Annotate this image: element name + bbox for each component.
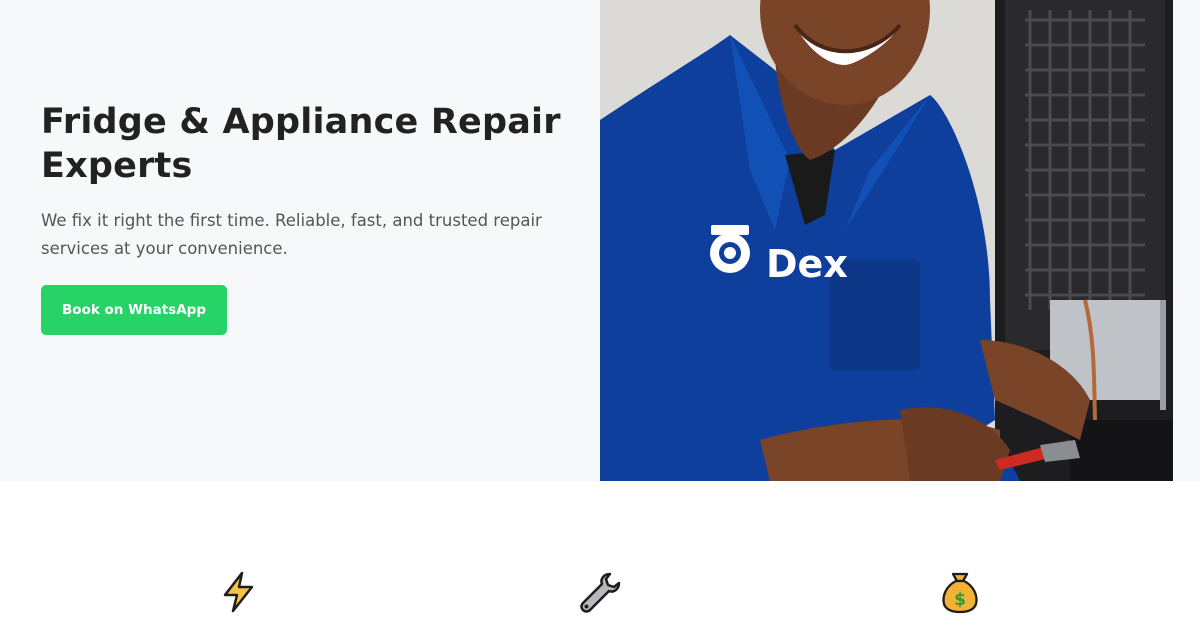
hero-edge-strip: [1173, 0, 1200, 481]
hero-subtitle: We fix it right the first time. Reliable…: [41, 211, 542, 258]
lightning-icon: [217, 570, 261, 614]
hero-text: Fridge & Appliance Repair Experts We fix…: [41, 100, 591, 263]
features-section: $: [0, 481, 1200, 630]
technician-photo: Dex: [600, 0, 1173, 481]
book-whatsapp-button[interactable]: Book on WhatsApp: [41, 285, 227, 335]
svg-text:$: $: [954, 590, 966, 610]
money-bag-icon: $: [938, 570, 982, 614]
wrench-icon: [577, 570, 621, 614]
hero-title: Fridge & Appliance Repair Experts: [41, 102, 561, 186]
uniform-logo-text: Dex: [766, 242, 848, 286]
technician-illustration: Dex: [600, 0, 1173, 481]
